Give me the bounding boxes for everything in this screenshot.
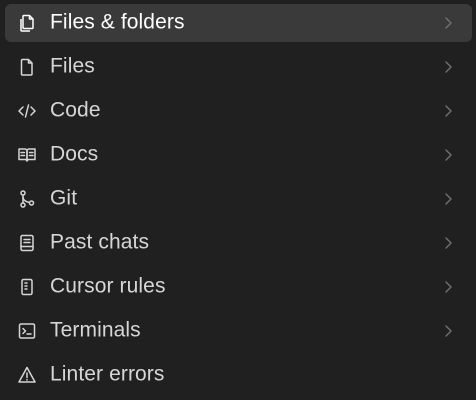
warning-triangle-icon	[17, 365, 37, 385]
code-icon	[17, 101, 37, 121]
rules-document-icon	[17, 277, 37, 297]
menu-item-past-chats[interactable]: Past chats	[5, 224, 472, 262]
chevron-right-icon	[442, 191, 454, 207]
menu-item-linter-errors[interactable]: Linter errors	[5, 356, 472, 394]
chevron-right-icon	[442, 103, 454, 119]
chevron-right-icon	[442, 147, 454, 163]
menu-item-label: Files	[50, 54, 95, 78]
menu-item-code[interactable]: Code	[5, 92, 472, 130]
git-branch-icon	[17, 189, 37, 209]
chevron-right-icon	[442, 59, 454, 75]
menu-item-label: Linter errors	[50, 362, 165, 386]
files-folders-icon	[17, 13, 37, 33]
menu-item-docs[interactable]: Docs	[5, 136, 472, 174]
context-menu: Files & folders Files Code Docs Git Past…	[0, 0, 476, 400]
chevron-right-icon	[442, 235, 454, 251]
book-icon	[17, 145, 37, 165]
chevron-right-icon	[442, 279, 454, 295]
chevron-right-icon	[442, 15, 454, 31]
menu-item-label: Git	[50, 186, 78, 210]
file-icon	[17, 57, 37, 77]
menu-item-label: Code	[50, 98, 101, 122]
menu-item-files[interactable]: Files	[5, 48, 472, 86]
menu-item-label: Docs	[50, 142, 99, 166]
menu-item-cursor-rules[interactable]: Cursor rules	[5, 268, 472, 306]
menu-item-files-folders[interactable]: Files & folders	[5, 4, 472, 42]
chevron-right-icon	[442, 323, 454, 339]
menu-item-label: Terminals	[50, 318, 141, 342]
terminal-icon	[17, 321, 37, 341]
menu-item-label: Files & folders	[50, 10, 185, 34]
menu-item-terminals[interactable]: Terminals	[5, 312, 472, 350]
menu-item-label: Cursor rules	[50, 274, 166, 298]
notebook-icon	[17, 233, 37, 253]
menu-item-label: Past chats	[50, 230, 150, 254]
menu-item-git[interactable]: Git	[5, 180, 472, 218]
